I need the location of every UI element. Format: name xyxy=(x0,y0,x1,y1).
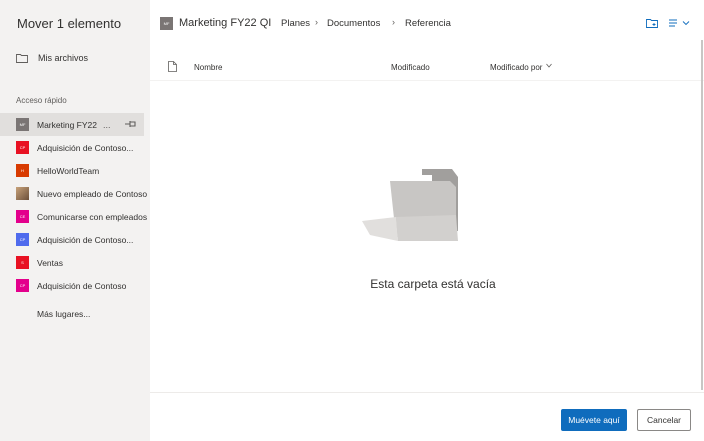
scrollbar[interactable] xyxy=(701,40,703,390)
site-name: Adquisición de Contoso xyxy=(37,280,127,291)
new-folder-icon[interactable] xyxy=(646,18,658,28)
dialog-title: Mover 1 elemento xyxy=(17,16,122,31)
site-name-ellipsis: ... xyxy=(103,119,111,130)
column-header-name[interactable]: Nombre xyxy=(194,63,222,72)
quick-access-list: MF Marketing FY22 ... CP Adquisición de … xyxy=(0,113,150,297)
file-type-icon xyxy=(168,61,177,72)
folder-browser: MF Marketing FY22 QI Planes › Documentos… xyxy=(150,0,704,441)
move-here-button[interactable]: Muévete aquí xyxy=(561,409,627,431)
site-name: Nuevo empleado de Contoso xyxy=(37,188,148,199)
breadcrumb: MF Marketing FY22 QI Planes › Documentos… xyxy=(150,0,704,48)
site-name: Ventas xyxy=(37,257,63,268)
chevron-down-icon[interactable] xyxy=(546,63,552,68)
cancel-button[interactable]: Cancelar xyxy=(637,409,691,431)
site-name: HelloWorldTeam xyxy=(37,165,100,176)
site-name: Adquisición de Contoso... xyxy=(37,234,134,245)
pin-icon[interactable] xyxy=(124,119,138,129)
folder-icon xyxy=(16,54,28,63)
site-logo: CP xyxy=(16,141,29,154)
site-item-adquisicion-contoso-3[interactable]: CP Adquisición de Contoso xyxy=(0,274,150,297)
footer-divider xyxy=(150,392,704,393)
view-options-icon[interactable] xyxy=(669,19,691,27)
site-logo-image xyxy=(16,187,29,200)
my-files-item[interactable]: Mis archivos xyxy=(0,48,150,68)
location-sidebar: Mover 1 elemento Mis archivos Acceso ráp… xyxy=(0,0,150,441)
breadcrumb-item-referencia: Referencia xyxy=(405,18,451,29)
breadcrumb-item-documentos[interactable]: Documentos xyxy=(327,18,380,29)
more-places-link[interactable]: Más lugares... xyxy=(37,309,90,319)
site-item-helloworldteam[interactable]: H HelloWorldTeam xyxy=(0,159,150,182)
site-name: Comunicarse con empleados xyxy=(37,211,148,222)
site-item-nuevo-empleado[interactable]: Nuevo empleado de Contoso xyxy=(0,182,150,205)
site-logo: MF xyxy=(16,118,29,131)
column-header-modified[interactable]: Modificado xyxy=(391,63,430,72)
site-logo: CE xyxy=(16,210,29,223)
site-logo: CP xyxy=(16,233,29,246)
chevron-right-icon: › xyxy=(392,17,395,27)
site-name: Marketing FY22 xyxy=(37,119,97,130)
site-item-comunicarse-empleados[interactable]: CE Comunicarse con empleados xyxy=(0,205,150,228)
site-item-marketing-fy22[interactable]: MF Marketing FY22 ... xyxy=(0,113,144,136)
site-logo: H xyxy=(16,164,29,177)
site-name: Adquisición de Contoso... xyxy=(37,142,134,153)
site-logo: CP xyxy=(16,279,29,292)
site-item-adquisicion-contoso-2[interactable]: CP Adquisición de Contoso... xyxy=(0,228,150,251)
empty-folder-message: Esta carpeta está vacía xyxy=(370,277,496,291)
site-logo: MF xyxy=(160,17,173,30)
chevron-right-icon: › xyxy=(315,17,318,27)
my-files-label: Mis archivos xyxy=(38,53,89,63)
column-header-modified-by[interactable]: Modificado por xyxy=(490,63,542,72)
site-item-adquisicion-contoso-1[interactable]: CP Adquisición de Contoso... xyxy=(0,136,150,159)
site-item-ventas[interactable]: S Ventas xyxy=(0,251,150,274)
site-logo: S xyxy=(16,256,29,269)
breadcrumb-item-planes[interactable]: Planes xyxy=(281,18,310,29)
empty-folder-illustration xyxy=(362,169,458,241)
quick-access-label: Acceso rápido xyxy=(16,96,67,105)
file-list-header: Nombre Modificado Modificado por xyxy=(150,56,704,81)
site-title[interactable]: Marketing FY22 QI xyxy=(179,17,271,29)
